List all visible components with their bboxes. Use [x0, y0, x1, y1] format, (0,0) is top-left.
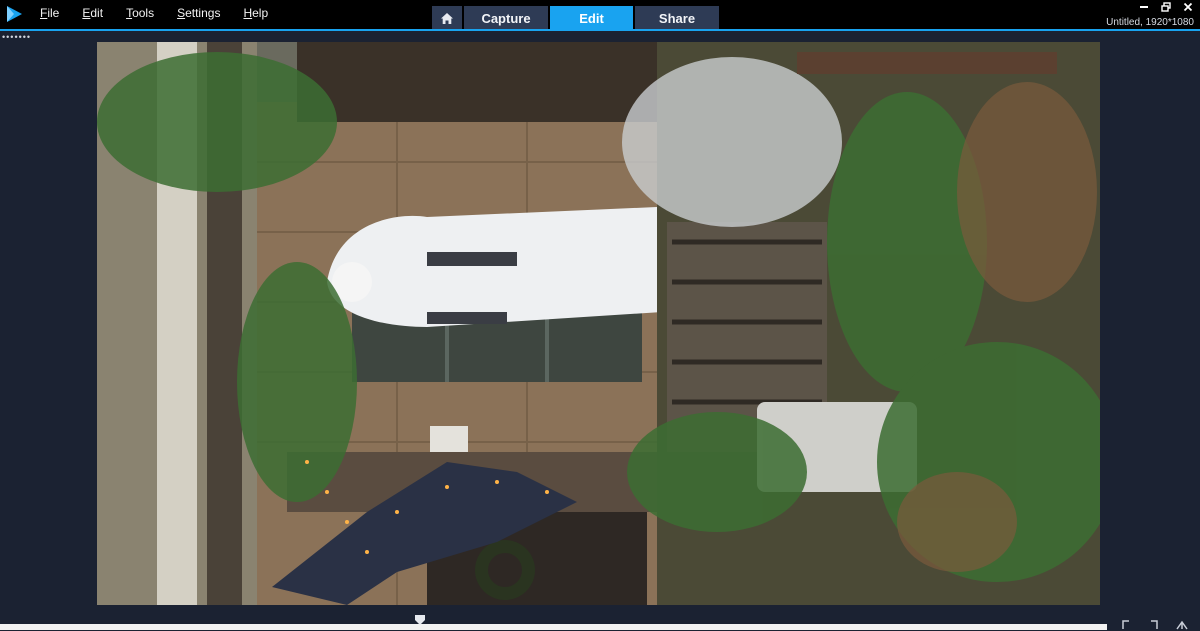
panel-grip-handle[interactable]: ••••••• — [2, 33, 31, 42]
home-icon — [441, 12, 453, 24]
menu-settings[interactable]: Settings — [177, 6, 220, 20]
menu-file[interactable]: File — [40, 6, 59, 20]
home-button[interactable] — [432, 6, 462, 30]
app-logo-icon — [4, 4, 24, 24]
menu-tools[interactable]: Tools — [126, 6, 154, 20]
mark-in-icon — [1122, 620, 1129, 629]
workspace-tabs: Capture Edit Share — [432, 6, 721, 30]
mark-out-button[interactable] — [1146, 618, 1162, 630]
scrubber-handle[interactable] — [414, 613, 426, 625]
tab-capture[interactable]: Capture — [464, 6, 548, 30]
accent-divider — [0, 29, 1200, 31]
mark-out-icon — [1151, 620, 1158, 629]
split-button[interactable] — [1174, 618, 1190, 630]
close-icon — [1183, 2, 1193, 12]
menu-bar: File Edit Tools Settings Help — [40, 0, 291, 26]
video-preview[interactable] — [97, 42, 1100, 605]
minimize-button[interactable] — [1138, 1, 1150, 13]
timeline-controls — [1118, 618, 1200, 630]
window-controls — [1138, 1, 1194, 13]
project-info: Untitled, 1920*1080 — [1106, 17, 1194, 28]
title-bar: File Edit Tools Settings Help Capture Ed… — [0, 0, 1200, 30]
menu-edit[interactable]: Edit — [82, 6, 103, 20]
scrubber-icon — [415, 615, 425, 625]
minimize-icon — [1140, 6, 1148, 8]
close-button[interactable] — [1182, 1, 1194, 13]
restore-button[interactable] — [1160, 1, 1172, 13]
tab-edit[interactable]: Edit — [550, 6, 633, 30]
mark-in-button[interactable] — [1118, 618, 1134, 630]
restore-icon — [1161, 2, 1171, 12]
timeline-scrub-bar[interactable] — [0, 624, 1107, 630]
tab-share[interactable]: Share — [635, 6, 719, 30]
split-icon — [1176, 620, 1188, 630]
preview-frame-image — [97, 42, 1100, 605]
menu-help[interactable]: Help — [243, 6, 268, 20]
